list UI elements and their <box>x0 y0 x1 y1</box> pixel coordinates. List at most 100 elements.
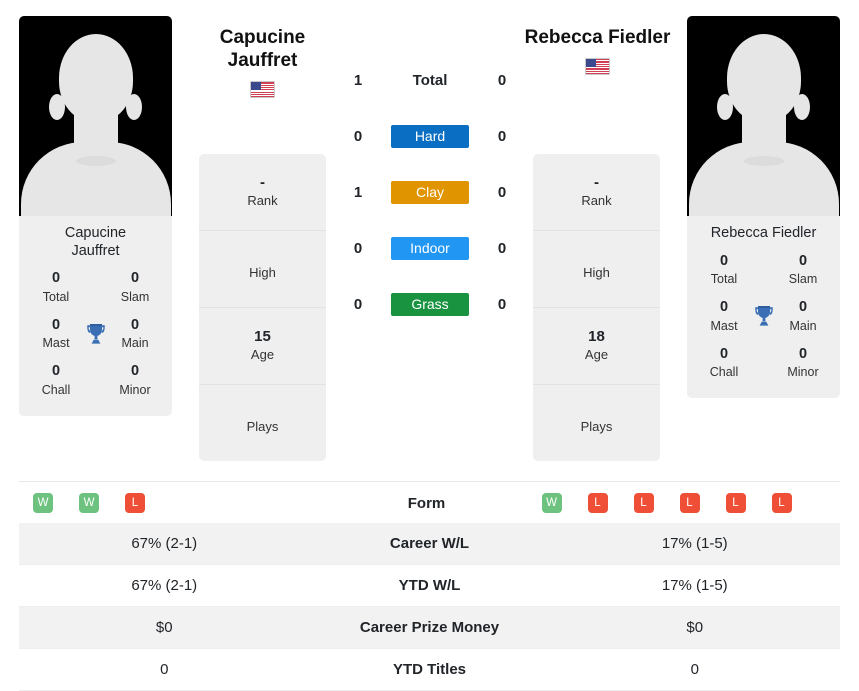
form-badge-win[interactable]: W <box>79 493 99 513</box>
surface-hard-left-value: 0 <box>353 127 363 145</box>
titles-total-label: Total <box>710 272 738 287</box>
info-row-age: 18 Age <box>533 308 660 385</box>
titles-slam-label: Slam <box>120 289 150 304</box>
titles-slam-left: 0 Slam <box>112 269 158 305</box>
titles-main-left: 0 Main <box>112 316 158 352</box>
titles-mast-left: 0 Mast <box>33 316 79 352</box>
surface-indoor-right-value: 0 <box>497 239 507 257</box>
form-badge-win[interactable]: W <box>541 493 562 513</box>
titles-row-total-slam-left: 0 Total 0 Slam <box>27 266 164 312</box>
form-badge-loss[interactable]: L <box>125 493 145 513</box>
titles-grid-right: 0 Total 0 Slam 0 Mast 0 Main 0 Chall 0 M… <box>687 249 840 398</box>
info-panel-right: - Rank High 18 Age Plays <box>533 154 660 461</box>
titles-row-mast-main-left: 0 Mast 0 Main <box>27 313 164 359</box>
surface-grass-right-value: 0 <box>497 295 507 313</box>
surface-total-left-value: 1 <box>353 71 363 89</box>
form-badge-loss[interactable]: L <box>587 493 608 513</box>
info-row-plays: Plays <box>533 385 660 461</box>
titles-chall-label: Chall <box>41 382 71 397</box>
form-badge-loss[interactable]: L <box>679 493 700 513</box>
player-card-name-line1: Capucine <box>64 225 127 241</box>
titles-mast-value: 0 <box>51 316 61 333</box>
titles-chall-left: 0 Chall <box>33 362 79 398</box>
titles-chall-value: 0 <box>719 345 729 362</box>
titles-minor-label: Minor <box>119 382 151 397</box>
stat-value-left: 0 <box>160 661 169 678</box>
form-badges-right: WLLLLL <box>522 482 841 524</box>
titles-main-value: 0 <box>130 316 140 333</box>
form-badge-loss[interactable]: L <box>633 493 654 513</box>
titles-slam-value: 0 <box>130 270 140 287</box>
form-badge-loss[interactable]: L <box>725 493 746 513</box>
info-high-label: High <box>249 264 276 280</box>
titles-chall-right: 0 Chall <box>701 345 747 381</box>
avatar-head <box>58 34 133 122</box>
titles-mast-right: 0 Mast <box>701 298 747 334</box>
surface-clay-badge[interactable]: Clay <box>391 180 469 204</box>
titles-total-value: 0 <box>719 252 729 269</box>
info-row-rank: - Rank <box>199 154 326 231</box>
info-age-label: Age <box>250 347 275 363</box>
titles-row-chall-minor-left: 0 Chall 0 Minor <box>27 359 164 405</box>
info-high-label: High <box>583 264 610 280</box>
titles-total-label: Total <box>42 289 70 304</box>
player-header-name-line2: Jauffret <box>227 50 298 72</box>
info-row-plays: Plays <box>199 385 326 461</box>
titles-slam-right: 0 Slam <box>780 252 826 288</box>
player-header-left[interactable]: Capucine Jauffret <box>186 26 339 99</box>
titles-minor-value: 0 <box>798 345 808 362</box>
stat-label: Career Prize Money <box>359 619 500 636</box>
player-card-name-line1: Rebecca Fiedler <box>710 225 817 241</box>
avatar-collar <box>743 156 784 166</box>
stat-label: Career W/L <box>389 535 470 552</box>
player-header-right[interactable]: Rebecca Fiedler <box>506 26 689 76</box>
surface-clay-left-value: 1 <box>353 183 363 201</box>
stat-label: YTD Titles <box>392 661 467 678</box>
surface-grass-badge[interactable]: Grass <box>391 292 469 316</box>
table-row: 67% (2-1) Career W/L 17% (1-5) <box>19 523 840 565</box>
form-badge-win[interactable]: W <box>33 493 53 513</box>
titles-minor-label: Minor <box>787 365 819 380</box>
titles-main-right: 0 Main <box>780 298 826 334</box>
player-card-name-left: Capucine Jauffret <box>19 216 172 266</box>
stat-value-left: $0 <box>155 619 173 636</box>
form-badge-loss[interactable]: L <box>771 493 792 513</box>
player-card-right[interactable]: Rebecca Fiedler 0 Total 0 Slam 0 Mast 0 … <box>687 16 840 398</box>
info-row-age: 15 Age <box>199 308 326 385</box>
avatar-body <box>688 142 839 216</box>
surface-row-total: 1 Total 0 <box>340 52 520 108</box>
titles-mast-label: Mast <box>42 336 70 351</box>
surface-indoor-badge[interactable]: Indoor <box>391 236 469 260</box>
info-row-high: High <box>199 231 326 308</box>
player-card-name-right: Rebecca Fiedler <box>687 216 840 249</box>
info-age-label: Age <box>584 347 609 363</box>
stat-value-right: $0 <box>686 619 704 636</box>
player-photo-right <box>687 16 840 216</box>
us-flag-icon <box>506 57 689 76</box>
info-row-high: High <box>533 231 660 308</box>
player-card-left[interactable]: Capucine Jauffret 0 Total 0 Slam 0 Mast … <box>19 16 172 416</box>
surface-clay-right-value: 0 <box>497 183 507 201</box>
form-label: Form <box>407 494 446 512</box>
info-panel-left: - Rank High 15 Age Plays <box>199 154 326 461</box>
avatar-ear-right <box>126 94 142 120</box>
surface-hard-badge[interactable]: Hard <box>391 124 469 148</box>
surface-row-grass: 0 Grass 0 <box>340 276 520 332</box>
titles-row-total-slam-right: 0 Total 0 Slam <box>695 249 832 295</box>
info-plays-label: Plays <box>246 418 279 434</box>
titles-total-right: 0 Total <box>701 252 747 288</box>
avatar-head <box>726 34 801 122</box>
us-flag-icon <box>186 80 339 99</box>
info-rank-label: Rank <box>247 193 278 209</box>
table-row: $0 Career Prize Money $0 <box>19 607 840 649</box>
titles-total-value: 0 <box>51 270 61 287</box>
surface-hard-right-value: 0 <box>497 127 507 145</box>
info-rank-value: - <box>260 173 265 191</box>
titles-slam-label: Slam <box>788 272 818 287</box>
stat-value-left: 67% (2-1) <box>131 535 198 552</box>
form-row: W W L Form W L L L L L <box>19 481 840 524</box>
comparison-top-section: Capucine Jauffret 0 Total 0 Slam 0 Mast … <box>0 0 859 476</box>
surface-row-hard: 0 Hard 0 <box>340 108 520 164</box>
titles-grid-left: 0 Total 0 Slam 0 Mast 0 Main 0 Chall 0 M… <box>19 266 172 415</box>
info-age-value: 15 <box>254 327 271 345</box>
